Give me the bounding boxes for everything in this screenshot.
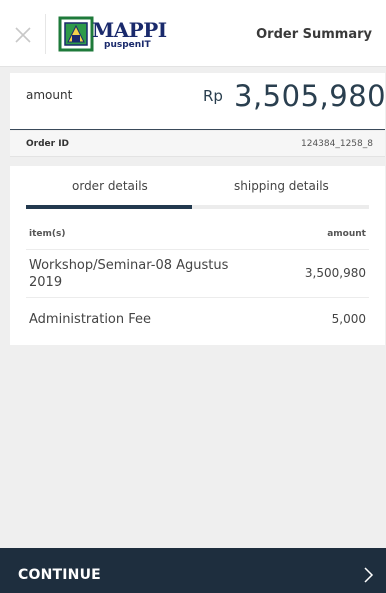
page-title: Order Summary: [256, 27, 372, 42]
header: MAPPI puspenIT Order Summary: [0, 0, 386, 67]
amount-card: amount Rp 3,505,980: [10, 73, 386, 130]
logo-subtext: puspenIT: [104, 40, 151, 50]
row-divider: [26, 297, 369, 298]
close-icon: [15, 27, 31, 43]
order-id-value: 124384_1258_8: [301, 139, 373, 149]
details-card: order details shipping details item(s) a…: [10, 166, 385, 345]
header-divider: [45, 14, 46, 54]
tab-order-details[interactable]: order details: [72, 179, 148, 193]
order-id-label: Order ID: [26, 139, 70, 149]
continue-label: CONTINUE: [18, 567, 101, 583]
chevron-right-icon: [364, 567, 374, 583]
order-id-row: Order ID 124384_1258_8: [10, 131, 385, 157]
order-summary-panel: MAPPI puspenIT Order Summary amount Rp 3…: [0, 0, 386, 593]
amount-value: 3,505,980: [234, 79, 386, 113]
column-header-amount: amount: [327, 229, 366, 239]
tab-active-indicator: [26, 205, 192, 209]
item-amount: 3,500,980: [304, 266, 366, 280]
close-button[interactable]: [12, 24, 34, 46]
mappi-logo: MAPPI puspenIT: [58, 16, 178, 54]
logo-text: MAPPI: [92, 18, 167, 42]
column-header-items: item(s): [29, 229, 66, 239]
amount-currency: Rp: [203, 87, 223, 105]
amount-label: amount: [26, 88, 73, 102]
mappi-emblem-icon: [58, 16, 94, 52]
row-divider: [26, 249, 369, 250]
item-name: Administration Fee: [29, 312, 152, 327]
continue-button[interactable]: CONTINUE: [0, 548, 386, 593]
tab-shipping-details[interactable]: shipping details: [234, 179, 329, 193]
item-name: Workshop/Seminar-08 Agustus 2019: [29, 258, 229, 290]
item-amount: 5,000: [331, 312, 366, 326]
